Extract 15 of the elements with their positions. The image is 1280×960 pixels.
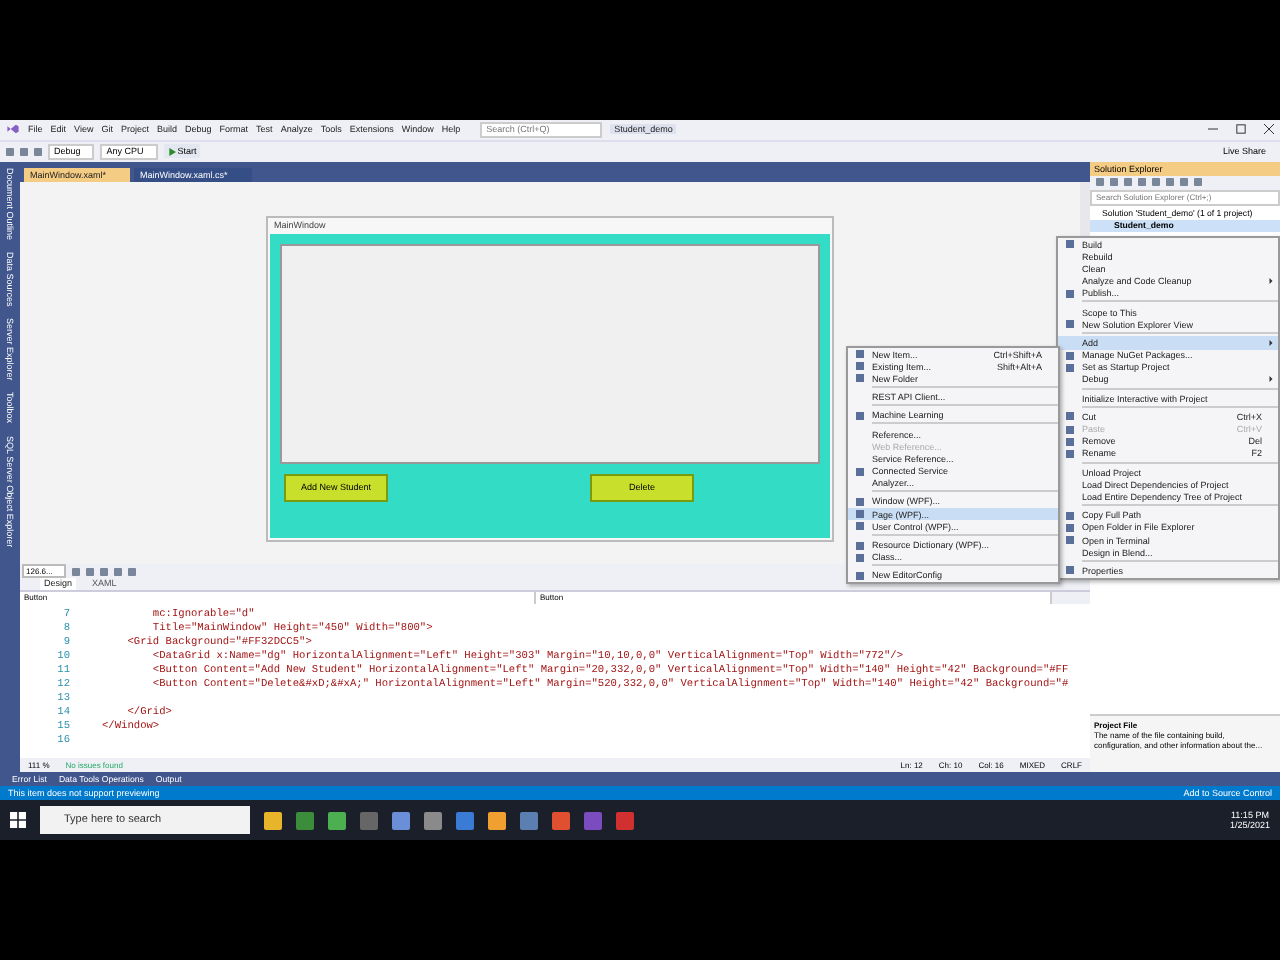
minimize-icon[interactable]: [1208, 124, 1218, 135]
menu-item-icon: [856, 411, 864, 420]
menu-item-icon: [856, 467, 864, 476]
caret-icon: [1268, 278, 1274, 285]
caret-icon: [1268, 339, 1274, 346]
infinity-logo-icon: [6, 122, 20, 137]
maximize-icon[interactable]: [1236, 124, 1246, 135]
play-icon: [167, 147, 176, 156]
menu-item-icon: [1066, 240, 1074, 249]
windows-logo-icon[interactable]: [10, 812, 26, 829]
caret-icon: [1268, 376, 1274, 383]
close-icon[interactable]: [1264, 124, 1274, 135]
menu-item-icon: [1066, 320, 1074, 329]
menu-item-icon: [1066, 566, 1074, 575]
menu-item-icon: [1066, 289, 1074, 298]
